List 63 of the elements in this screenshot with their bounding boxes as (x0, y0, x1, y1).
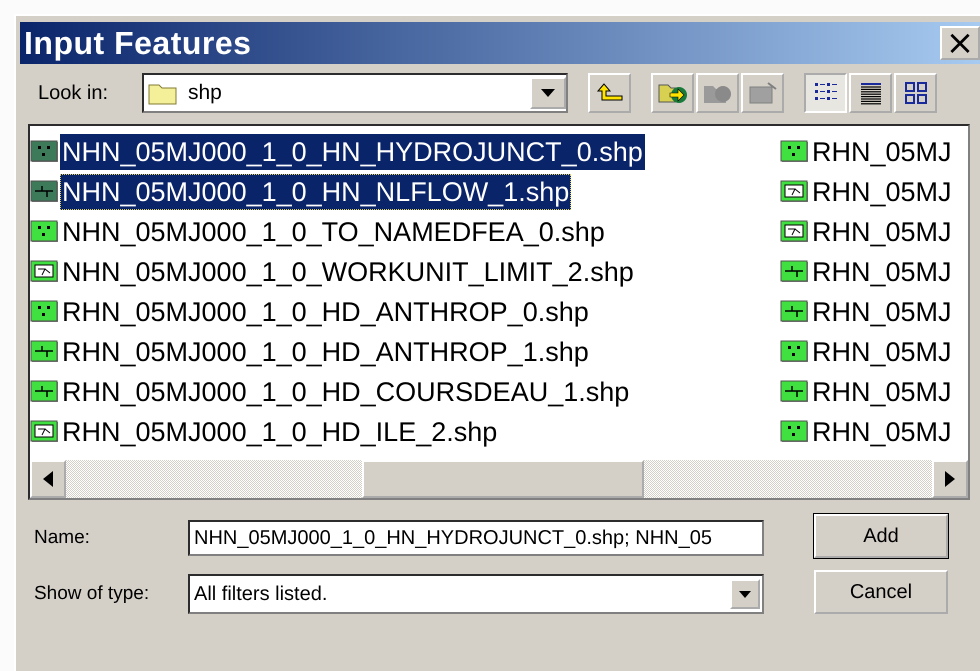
up-folder-button[interactable] (588, 73, 631, 113)
file-item[interactable]: RHN_05MJ (780, 412, 968, 452)
file-name: NHN_05MJ000_1_0_HN_NLFLOW_1.shp (60, 174, 572, 210)
file-item[interactable]: RHN_05MJ000_1_0_HD_COURSDEAU_1.shp (30, 372, 780, 412)
point-layer-icon (780, 340, 810, 364)
look-in-label: Look in: (38, 82, 110, 104)
line-layer-icon (780, 380, 810, 404)
file-item[interactable]: RHN_05MJ (780, 132, 968, 172)
file-item[interactable]: NHN_05MJ000_1_0_HN_HYDROJUNCT_0.shp (30, 132, 780, 172)
file-name: RHN_05MJ (811, 416, 953, 449)
file-name: RHN_05MJ000_1_0_HD_ANTHROP_1.shp (61, 336, 590, 369)
file-name: RHN_05MJ000_1_0_HD_ANTHROP_0.shp (61, 296, 590, 329)
name-field[interactable]: NHN_05MJ000_1_0_HN_HYDROJUNCT_0.shp; NHN_05 (188, 520, 764, 556)
point-layer-icon (780, 140, 810, 164)
file-item[interactable]: RHN_05MJ000_1_0_HD_ANTHROP_0.shp (30, 292, 780, 332)
thumbnails-view-icon (902, 81, 928, 105)
file-item[interactable]: RHN_05MJ000_1_0_HD_ILE_2.shp (30, 412, 780, 452)
file-name: RHN_05MJ000_1_0_HD_ILE_2.shp (61, 416, 498, 449)
connect-folder-button[interactable] (651, 73, 694, 113)
file-name: RHN_05MJ (811, 376, 953, 409)
look-in-dropdown[interactable]: shp (142, 73, 568, 113)
file-name: RHN_05MJ (811, 256, 953, 289)
line-layer-icon (780, 260, 810, 284)
file-item[interactable]: RHN_05MJ (780, 292, 968, 332)
right-arrow-icon (945, 471, 955, 487)
window-title: Input Features (24, 24, 252, 62)
line-layer-icon (780, 300, 810, 324)
file-item[interactable]: RHN_05MJ (780, 212, 968, 252)
file-type-label: Show of type: (34, 583, 150, 605)
file-item[interactable]: RHN_05MJ (780, 372, 968, 412)
file-item[interactable]: NHN_05MJ000_1_0_HN_NLFLOW_1.shp (30, 172, 780, 212)
left-arrow-icon (43, 471, 53, 487)
file-name: RHN_05MJ000_1_0_HD_COURSDEAU_1.shp (61, 376, 630, 409)
file-item[interactable]: RHN_05MJ (780, 332, 968, 372)
file-name: NHN_05MJ000_1_0_TO_NAMEDFEA_0.shp (61, 216, 606, 249)
point-layer-icon (780, 420, 810, 444)
file-name: NHN_05MJ000_1_0_WORKUNIT_LIMIT_2.shp (61, 256, 635, 289)
file-name: RHN_05MJ (811, 176, 953, 209)
properties-icon (748, 81, 778, 105)
list-view-button[interactable] (804, 73, 847, 113)
close-button[interactable]: × (940, 26, 980, 60)
horizontal-scrollbar[interactable] (30, 460, 968, 498)
name-label: Name: (34, 527, 91, 549)
file-item[interactable]: NHN_05MJ000_1_0_TO_NAMEDFEA_0.shp (30, 212, 780, 252)
add-button[interactable]: Add (814, 514, 948, 558)
details-view-button[interactable] (849, 73, 892, 113)
file-name: RHN_05MJ (811, 216, 953, 249)
file-item[interactable]: NHN_05MJ000_1_0_WORKUNIT_LIMIT_2.shp (30, 252, 780, 292)
scroll-left-button[interactable] (30, 460, 66, 498)
file-item[interactable]: RHN_05MJ (780, 172, 968, 212)
file-item[interactable]: RHN_05MJ000_1_0_HD_ANTHROP_1.shp (30, 332, 780, 372)
cancel-button[interactable]: Cancel (814, 570, 948, 614)
file-name: RHN_05MJ (811, 336, 953, 369)
scrollbar-thumb[interactable] (362, 460, 644, 498)
file-name: RHN_05MJ (811, 136, 953, 169)
file-item[interactable]: RHN_05MJ (780, 252, 968, 292)
file-type-dropdown[interactable]: All filters listed. (188, 574, 764, 614)
file-name: RHN_05MJ (811, 296, 953, 329)
thumbnails-view-button[interactable] (894, 73, 937, 113)
file-name: NHN_05MJ000_1_0_HN_HYDROJUNCT_0.shp (60, 134, 645, 170)
scroll-right-button[interactable] (932, 460, 968, 498)
polygon-layer-icon (780, 220, 810, 244)
polygon-layer-icon (780, 180, 810, 204)
